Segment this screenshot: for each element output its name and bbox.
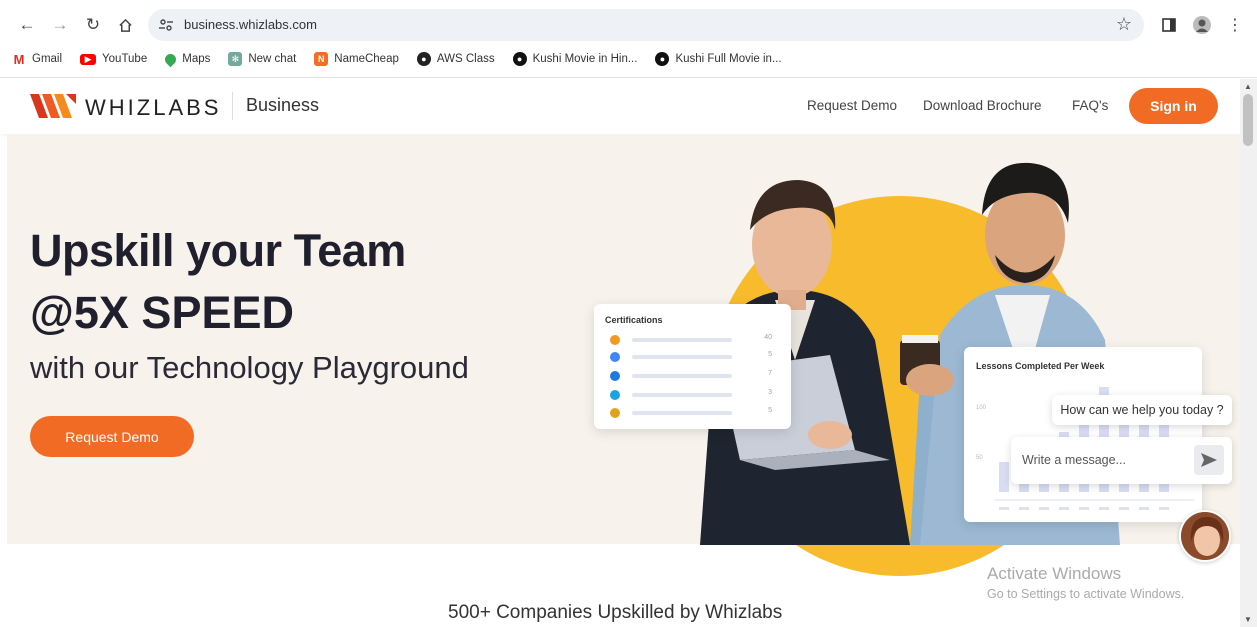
scroll-up-icon[interactable]: ▲ (1244, 82, 1252, 91)
logo-business: Business (246, 95, 320, 115)
windows-watermark-text: Go to Settings to activate Windows. (987, 587, 1185, 601)
cert-bar (632, 338, 732, 342)
scrollbar-thumb[interactable] (1243, 94, 1253, 146)
cert-count: 40 (764, 334, 772, 341)
companies-heading: 500+ Companies Upskilled by Whizlabs (448, 602, 783, 623)
hero-subheading: with our Technology Playground (30, 350, 469, 385)
chatgpt-icon: ✻ (228, 52, 243, 66)
scrollbar-track[interactable] (1240, 79, 1257, 627)
profile-avatar[interactable] (1189, 12, 1215, 38)
home-icon[interactable] (112, 12, 138, 38)
back-arrow-icon[interactable]: ← (14, 12, 40, 38)
browser-chrome: ← → ↻ business.whizlabs.com ☆ ⋮ M Gmail ▶… (0, 0, 1257, 78)
cert-bar (632, 393, 732, 397)
gmail-icon: M (12, 51, 26, 67)
cert-row: 5 (608, 351, 778, 363)
nav-request-demo[interactable]: Request Demo (807, 98, 897, 113)
scroll-down-icon[interactable]: ▼ (1244, 615, 1252, 624)
bookmark-new-chat[interactable]: ✻ New chat (228, 52, 296, 66)
namecheap-icon: N (314, 52, 329, 66)
hero-heading-line1: Upskill your Team (30, 225, 406, 276)
maps-pin-icon (162, 51, 179, 67)
cert-row: 5 (608, 407, 778, 419)
request-demo-button[interactable]: Request Demo (30, 416, 194, 457)
nav-faqs[interactable]: FAQ's (1072, 98, 1108, 113)
reload-icon[interactable]: ↻ (80, 12, 106, 38)
site-favicon-icon: ● (512, 52, 527, 66)
salesforce-icon (610, 390, 620, 400)
forward-arrow-icon[interactable]: → (47, 12, 73, 38)
cert-bar (632, 411, 732, 415)
bookmark-maps[interactable]: Maps (162, 51, 210, 67)
gcp-icon (610, 352, 620, 362)
lessons-tick: 50 (976, 455, 983, 461)
side-panel-icon[interactable] (1156, 12, 1182, 38)
bookmark-youtube[interactable]: ▶ YouTube (80, 53, 147, 65)
github-icon: ● (416, 52, 431, 66)
azure-icon (610, 371, 620, 381)
logo-divider (232, 92, 233, 120)
bookmark-gmail[interactable]: M Gmail (12, 51, 62, 67)
windows-watermark-title: Activate Windows (987, 564, 1122, 583)
bookmark-star-icon[interactable]: ☆ (1116, 14, 1132, 35)
youtube-icon: ▶ (80, 53, 97, 65)
cert-count: 7 (768, 370, 772, 377)
cert-bar (632, 374, 732, 378)
lessons-card: Lessons Completed Per Week 100 50 (964, 347, 1202, 522)
logo-text[interactable]: WHIZLABS (85, 95, 221, 121)
cert-row: 3 (608, 389, 778, 401)
lessons-tick: 100 (976, 405, 987, 411)
chat-greeting-bubble[interactable]: How can we help you today ? (1052, 395, 1232, 425)
nav-download-brochure[interactable]: Download Brochure (923, 98, 1042, 113)
site-header: WHIZLABS Business Request Demo Download … (0, 79, 1240, 134)
bookmark-kushi-2[interactable]: ● Kushi Full Movie in... (655, 52, 782, 66)
address-bar[interactable]: business.whizlabs.com ☆ (148, 9, 1144, 41)
linux-icon (610, 408, 620, 418)
bookmark-aws-class[interactable]: ● AWS Class (416, 52, 495, 66)
sign-in-button[interactable]: Sign in (1129, 88, 1218, 124)
url-text[interactable]: business.whizlabs.com (184, 17, 317, 32)
aws-icon (610, 335, 620, 345)
send-icon[interactable] (1194, 445, 1224, 475)
certifications-card: Certifications 40 5 7 3 5 (594, 304, 791, 429)
menu-dots-icon[interactable]: ⋮ (1222, 12, 1248, 38)
cert-count: 5 (768, 351, 772, 358)
bookmark-namecheap[interactable]: N NameCheap (314, 52, 399, 66)
hero-heading-line2: @5X SPEED (30, 287, 294, 338)
cert-row: 40 (608, 334, 778, 346)
cert-row: 7 (608, 370, 778, 382)
site-favicon-icon: ● (655, 52, 670, 66)
cert-count: 3 (768, 389, 772, 396)
chat-agent-avatar[interactable] (1179, 510, 1231, 562)
chat-placeholder[interactable]: Write a message... (1022, 453, 1126, 467)
lessons-title: Lessons Completed Per Week (976, 361, 1105, 371)
site-settings-icon[interactable] (158, 17, 174, 33)
certifications-title: Certifications (605, 315, 663, 325)
chat-message-input[interactable]: Write a message... (1011, 437, 1232, 484)
whizlabs-logo-icon[interactable] (30, 94, 76, 118)
cert-count: 5 (768, 407, 772, 414)
bookmark-kushi-1[interactable]: ● Kushi Movie in Hin... (512, 52, 637, 66)
cert-bar (632, 355, 732, 359)
bookmarks-bar: M Gmail ▶ YouTube Maps ✻ New chat N NameChea… (12, 49, 782, 69)
